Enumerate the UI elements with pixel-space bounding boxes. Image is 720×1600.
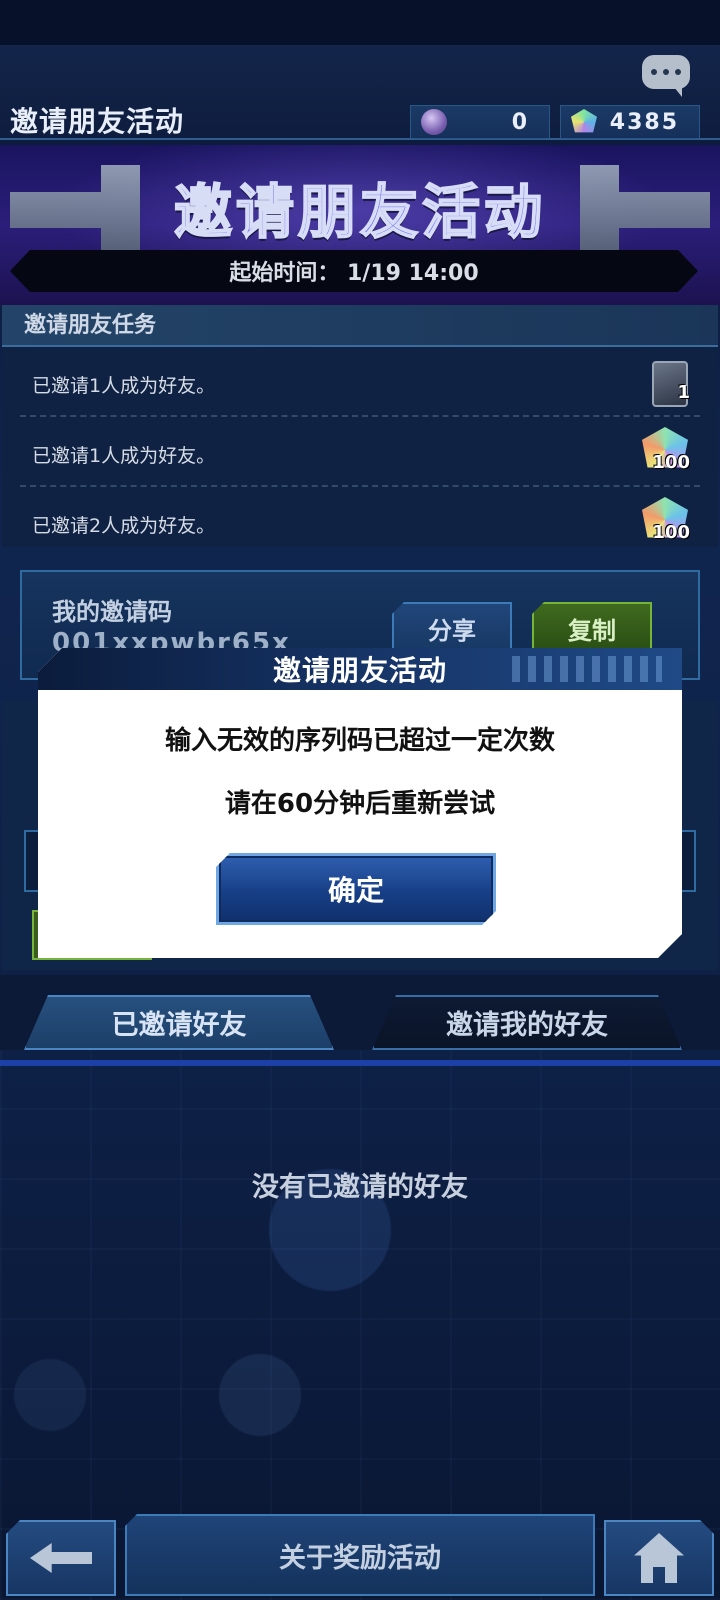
dialog-message-line1: 输入无效的序列码已超过一定次数: [164, 726, 555, 756]
gem-icon: [571, 109, 597, 133]
reward: 1: [642, 357, 694, 409]
reward: 100: [642, 497, 694, 547]
tab-friends-who-invited-me[interactable]: 邀请我的好友: [372, 995, 682, 1050]
bottom-bar: 关于奖励活动: [0, 1510, 720, 1600]
friend-tabs: 已邀请好友 邀请我的好友: [0, 975, 720, 1050]
status-bar: [0, 0, 720, 45]
back-button[interactable]: [6, 1520, 116, 1596]
error-dialog: 邀请朋友活动 输入无效的序列码已超过一定次数 请在60分钟后重新尝试 确定: [38, 648, 682, 958]
orb-count: 0: [511, 109, 529, 135]
about-rewards-button[interactable]: 关于奖励活动: [125, 1514, 595, 1596]
mission-text: 已邀请1人成为好友。: [32, 445, 216, 467]
reward: 100: [642, 427, 694, 479]
orb-currency: 0: [410, 105, 550, 139]
banner-title: 邀请朋友活动: [173, 177, 546, 247]
chat-dot: [651, 69, 657, 75]
home-button[interactable]: [604, 1520, 714, 1596]
mission-list[interactable]: 已邀请1人成为好友。 1 已邀请1人成为好友。 100 已邀请2人成为好友。 1…: [2, 347, 718, 547]
orb-icon: [421, 109, 447, 135]
invite-code-label: 我的邀请码: [52, 598, 172, 626]
gem-currency[interactable]: 4385: [560, 105, 700, 139]
start-time: 起始时间： 1/19 14:00: [10, 250, 698, 292]
chat-dot: [663, 69, 669, 75]
dialog-message-line2: 请在60分钟后重新尝试: [224, 789, 496, 819]
confirm-button[interactable]: 确定: [216, 853, 496, 925]
copy-button[interactable]: 复制: [532, 602, 652, 654]
mission-item: 已邀请2人成为好友。 100: [20, 487, 700, 547]
mission-item: 已邀请1人成为好友。 1: [20, 347, 700, 417]
reward-count: 100: [652, 452, 690, 473]
gem-count: 4385: [609, 109, 679, 135]
tab-invited-friends[interactable]: 已邀请好友: [24, 995, 334, 1050]
mission-text: 已邀请2人成为好友。: [32, 515, 216, 537]
home-icon: [634, 1533, 684, 1583]
mission-text: 已邀请1人成为好友。: [32, 375, 216, 397]
empty-list-message: 没有已邀请的好友: [252, 1172, 468, 1203]
dialog-title: 邀请朋友活动: [38, 648, 682, 690]
back-arrow-icon: [30, 1543, 92, 1573]
share-button[interactable]: 分享: [392, 602, 512, 654]
reward-count: 100: [652, 522, 690, 543]
page-title: 邀请朋友活动: [10, 105, 185, 138]
tab-divider: [0, 1060, 720, 1066]
chat-button[interactable]: [642, 55, 690, 97]
reward-count: 1: [677, 382, 690, 403]
mission-item: 已邀请1人成为好友。 100: [20, 417, 700, 487]
missions-section-title: 邀请朋友任务: [2, 305, 718, 347]
chat-dot: [675, 69, 681, 75]
